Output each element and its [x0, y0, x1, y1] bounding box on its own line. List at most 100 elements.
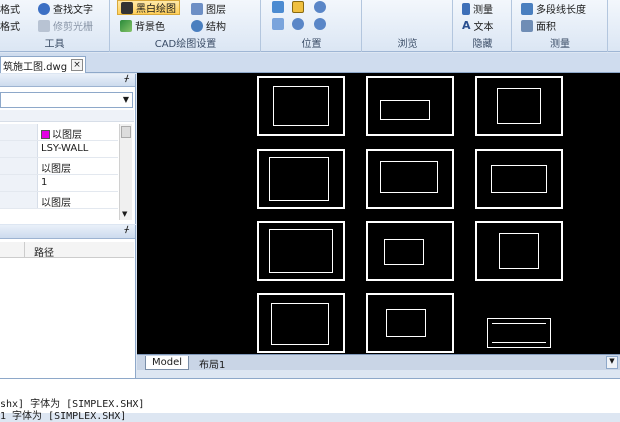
polyline-length-button[interactable]: 多段线长度 — [521, 1, 586, 16]
drawing-sheet — [366, 293, 454, 353]
format-button[interactable]: 格式 — [0, 1, 20, 16]
property-key — [0, 175, 38, 191]
text-toggle-label: 文本 — [473, 22, 494, 33]
ribbon-group-tools: 格式 格式 查找文字 修剪光栅 工具 — [0, 0, 110, 52]
trim-raster-label: 修剪光栅 — [53, 22, 93, 33]
area-icon — [521, 19, 533, 32]
properties-panel: ᚋ ▼ 以图层 LSY-WALL 以图层 1 以图层 — [0, 74, 136, 224]
ribbon-group-cad-settings: 黑白绘图 背景色 图层 结构 CAD绘图设置 — [111, 0, 261, 52]
bw-draw-icon — [121, 1, 133, 14]
close-tab-icon[interactable]: × — [71, 59, 83, 71]
elevation — [386, 309, 426, 337]
browse-group-label: 浏览 — [397, 39, 418, 50]
property-value-scale: 1 — [41, 177, 48, 188]
bg-color-button[interactable]: 背景色 — [120, 18, 165, 33]
measure-toggle-button[interactable]: 测量 — [462, 1, 493, 16]
tab-model[interactable]: Model — [145, 356, 190, 370]
zoom-window-icon[interactable] — [272, 18, 284, 30]
command-line-2: 1 字体为 [SIMPLEX.SHX] — [0, 411, 127, 422]
drawing-sheet — [475, 221, 563, 281]
bg-color-icon — [120, 19, 132, 32]
files-panel: ᚋ 路径 — [0, 225, 136, 378]
floor-plan — [273, 86, 329, 126]
format2-label: 格式 — [0, 22, 20, 33]
drawing-sheet — [366, 149, 454, 209]
ribbon-group-position: 位置 — [262, 0, 362, 52]
chevron-down-icon: ▼ — [122, 95, 129, 104]
property-row-scale[interactable]: 1 — [0, 175, 118, 192]
drawing-sheet — [257, 221, 345, 281]
section — [499, 233, 539, 269]
trim-raster-icon — [38, 19, 50, 32]
area-button[interactable]: 面积 — [521, 18, 556, 33]
structure-button[interactable]: 结构 — [191, 18, 226, 33]
drawing-canvas[interactable] — [137, 73, 620, 354]
object-selector-dropdown[interactable]: ▼ — [0, 92, 133, 108]
find-text-icon — [38, 2, 50, 15]
tab-layout1[interactable]: 布局1 — [193, 356, 231, 371]
trim-raster-button[interactable]: 修剪光栅 — [38, 18, 93, 33]
floor-plan — [271, 303, 329, 345]
cad-settings-group-label: CAD绘图设置 — [154, 39, 217, 50]
section — [491, 165, 547, 193]
property-row-layer[interactable]: LSY-WALL — [0, 141, 118, 158]
hide-group-label: 隐藏 — [472, 39, 493, 50]
measure-group-label: 测量 — [550, 39, 570, 50]
files-column-header: 路径 — [0, 242, 134, 259]
document-tab[interactable]: 筑施工图.dwg × — [0, 56, 86, 73]
elevation — [384, 239, 424, 265]
property-value-lineweight: 以图层 — [41, 198, 71, 209]
polyline-length-label: 多段线长度 — [536, 5, 586, 16]
command-line: shx] 字体为 [SIMPLEX.SHX] 1 字体为 [SIMPLEX.SH… — [0, 378, 620, 422]
bw-draw-label: 黑白绘图 — [136, 4, 176, 15]
zoom-dropdown-icon[interactable] — [314, 1, 326, 13]
drawing-sheet — [366, 221, 454, 281]
ribbon-group-browse: 浏览 — [363, 0, 453, 52]
floor-plan — [269, 157, 329, 201]
ribbon-group-measure: 多段线长度 面积 测量 — [513, 0, 608, 52]
color-swatch — [41, 130, 50, 139]
area-label: 面积 — [536, 22, 556, 33]
format2-button[interactable]: 格式 — [0, 18, 20, 33]
scroll-down-icon[interactable]: ▼ — [606, 356, 618, 369]
layers-button[interactable]: 图层 — [191, 1, 226, 16]
drawing-sheet — [257, 149, 345, 209]
files-panel-header: ᚋ — [0, 225, 135, 239]
bw-draw-button[interactable]: 黑白绘图 — [117, 0, 180, 15]
text-toggle-button[interactable]: A 文本 — [462, 18, 494, 33]
pin-icon[interactable]: ᚋ — [125, 74, 129, 84]
pan-icon[interactable] — [272, 1, 284, 13]
find-text-button[interactable]: 查找文字 — [38, 1, 93, 16]
measure-toggle-label: 测量 — [473, 5, 493, 16]
scroll-down-icon[interactable]: ▼ — [122, 210, 127, 218]
zoom-extents-icon[interactable] — [292, 1, 304, 13]
zoom-realtime-icon[interactable] — [292, 18, 304, 30]
bg-color-label: 背景色 — [135, 22, 165, 33]
elevation — [380, 100, 430, 120]
document-tab-title: 筑施工图.dwg — [3, 61, 68, 73]
pin-icon[interactable]: ᚋ — [125, 225, 129, 235]
structure-icon — [191, 19, 203, 32]
property-key — [0, 192, 38, 208]
layers-icon — [191, 2, 203, 15]
property-row-linetype[interactable]: 以图层 — [0, 158, 118, 175]
title-block-lines — [492, 323, 546, 343]
property-key — [0, 141, 38, 157]
property-value-linetype: 以图层 — [41, 164, 71, 175]
properties-panel-header: ᚋ — [0, 74, 135, 87]
property-value-layer: LSY-WALL — [41, 143, 89, 154]
path-column-header[interactable]: 路径 — [34, 244, 54, 259]
title-block — [487, 318, 551, 348]
properties-scrollbar[interactable]: ▼ — [119, 124, 132, 220]
text-a-icon: A — [462, 19, 471, 32]
properties-spacer — [0, 110, 134, 122]
structure-label: 结构 — [206, 22, 226, 33]
property-key — [0, 158, 38, 174]
layout-tab-bar: Model 布局1 ▼ — [137, 354, 620, 371]
scroll-thumb[interactable] — [121, 126, 131, 138]
property-row-lineweight[interactable]: 以图层 — [0, 192, 118, 209]
property-row-color[interactable]: 以图层 — [0, 124, 118, 141]
section — [497, 88, 541, 124]
drawing-sheet — [257, 76, 345, 136]
zoom-out-dropdown-icon[interactable] — [314, 18, 326, 30]
